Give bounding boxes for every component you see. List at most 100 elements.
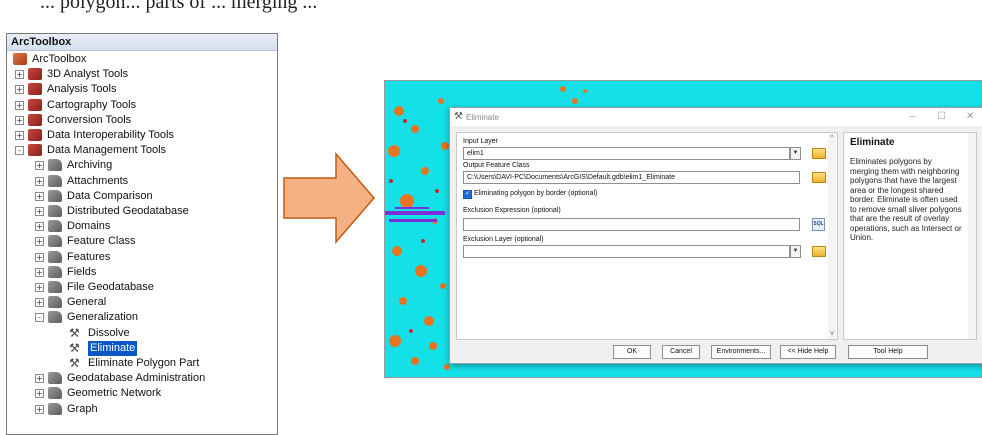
expand-icon[interactable]: + — [35, 222, 44, 232]
parameters-panel: Input Layer elim1 ▼ Output Feature Class… — [456, 132, 838, 340]
toolbox-icon — [28, 113, 42, 126]
help-panel: Eliminate Eliminates polygons by merging… — [843, 132, 977, 340]
expand-icon[interactable]: + — [15, 115, 24, 125]
environments-button[interactable]: Environments... — [711, 345, 771, 359]
scroll-up-icon[interactable]: ^ — [828, 135, 836, 142]
tree-item[interactable]: + Cartography Tools — [7, 98, 277, 113]
expand-icon[interactable]: + — [15, 70, 24, 80]
tree-item-label: Dissolve — [88, 326, 130, 339]
help-text: Eliminates polygons by merging them with… — [850, 157, 962, 242]
tree-item[interactable]: + Data Interoperability Tools — [7, 128, 277, 143]
help-scrollbar[interactable] — [968, 133, 976, 339]
expand-icon[interactable]: + — [35, 161, 44, 171]
tree-item-label: Analysis Tools — [47, 83, 117, 96]
tree-item-label: General — [67, 296, 107, 309]
tree-item[interactable]: + Geometric Network — [7, 386, 277, 401]
toolset-icon — [48, 296, 62, 309]
expand-icon[interactable]: + — [35, 404, 44, 414]
sql-icon[interactable]: SQL — [812, 218, 825, 231]
close-icon[interactable]: ✕ — [966, 111, 974, 122]
form-scrollbar[interactable]: ^ v — [828, 133, 836, 339]
expand-icon[interactable]: + — [35, 283, 44, 292]
dialog-titlebar[interactable]: ⚒ Eliminate – ☐ ✕ — [450, 108, 982, 126]
tree-item[interactable]: +3D Analyst Tools — [7, 67, 277, 82]
expand-icon[interactable]: + — [35, 374, 44, 384]
tree-item[interactable]: + Conversion Tools — [7, 113, 277, 128]
tree-item-label: Eliminate — [88, 340, 138, 356]
hammer-icon: ⚒ — [69, 356, 80, 370]
checkbox-eliminating-by-border[interactable]: ✓ — [463, 190, 472, 199]
hammer-icon: ⚒ — [69, 340, 80, 355]
tree-item[interactable]: + Domains — [7, 219, 277, 234]
tree-item[interactable]: - Generalization — [7, 310, 277, 325]
output-feature-class-field[interactable]: C:\Users\DAVI-PC\Documents\ArcGIS\Defaul… — [463, 171, 800, 184]
tree-item[interactable]: - Data Management Tools — [7, 143, 277, 158]
ok-button[interactable]: OK — [613, 345, 651, 359]
dialog-title: Eliminate — [466, 113, 499, 122]
exclusion-expression-field[interactable] — [463, 218, 800, 231]
cancel-button[interactable]: Cancel — [662, 345, 700, 359]
collapse-icon[interactable]: - — [15, 146, 24, 156]
expand-icon[interactable]: + — [35, 252, 44, 262]
tree-item[interactable]: ⚒ Eliminate Polygon Part — [7, 356, 277, 371]
exclusion-layer-select[interactable] — [463, 245, 790, 258]
hide-help-button[interactable]: << Hide Help — [780, 345, 836, 359]
exclusion-expression-label: Exclusion Expression (optional) — [463, 207, 561, 214]
expand-icon[interactable]: + — [35, 237, 44, 247]
tree-item-label: 3D Analyst Tools — [47, 68, 129, 81]
chevron-down-icon[interactable]: ▼ — [790, 245, 801, 258]
chevron-down-icon[interactable]: ▼ — [790, 147, 801, 160]
expand-icon[interactable]: + — [35, 389, 44, 399]
expand-icon[interactable]: + — [15, 131, 24, 140]
toolset-icon — [48, 174, 62, 187]
tree-item[interactable]: + Fields — [7, 265, 277, 280]
tree-item[interactable]: ⚒ Eliminate — [7, 340, 277, 356]
expand-icon[interactable]: + — [35, 267, 44, 277]
toolset-icon — [48, 220, 62, 233]
eliminate-dialog: ⚒ Eliminate – ☐ ✕ Input Layer elim1 ▼ Ou… — [449, 107, 982, 364]
expand-icon[interactable]: + — [35, 176, 44, 186]
scroll-down-icon[interactable]: v — [828, 330, 836, 337]
folder-icon[interactable] — [812, 172, 826, 183]
tree-item[interactable]: + Geodatabase Administration — [7, 371, 277, 386]
tool-help-button[interactable]: Tool Help — [848, 345, 928, 359]
tree-item[interactable]: + Feature Class — [7, 234, 277, 249]
toolset-icon — [48, 402, 62, 415]
tree-item[interactable]: + Distributed Geodatabase — [7, 204, 277, 219]
expand-icon[interactable]: + — [15, 100, 24, 110]
tree-item-label: Feature Class — [67, 235, 136, 248]
tree-item[interactable]: + Archiving — [7, 158, 277, 173]
toolbox-icon — [28, 98, 42, 111]
tree-item-label: Conversion Tools — [47, 113, 132, 126]
tree-item-label: Geometric Network — [67, 387, 162, 400]
tree-item-label: Cartography Tools — [47, 98, 137, 111]
tree-item[interactable]: ⚒ Dissolve — [7, 326, 277, 341]
folder-icon[interactable] — [812, 148, 826, 159]
help-title: Eliminate — [850, 137, 895, 148]
tree-item-label: Graph — [67, 402, 98, 415]
tree-item-label: Eliminate Polygon Part — [88, 357, 200, 369]
expand-icon[interactable]: + — [35, 207, 44, 216]
tree-item[interactable]: + Analysis Tools — [7, 82, 277, 97]
tree-item[interactable]: ArcToolbox — [7, 52, 277, 67]
minimize-icon[interactable]: – — [910, 111, 916, 122]
tree-item[interactable]: + Attachments — [7, 174, 277, 189]
expand-icon[interactable]: + — [35, 298, 44, 308]
expand-icon[interactable]: + — [35, 191, 44, 201]
tree-item[interactable]: + Graph — [7, 402, 277, 417]
tree-item[interactable]: + General — [7, 295, 277, 310]
tree-item[interactable]: + Features — [7, 250, 277, 265]
folder-icon[interactable] — [812, 246, 826, 257]
tree-item[interactable]: + Data Comparison — [7, 189, 277, 204]
toolset-icon — [48, 311, 62, 324]
tree-item-label: Attachments — [67, 174, 129, 187]
toolset-icon — [48, 159, 62, 172]
collapse-icon[interactable]: - — [35, 313, 44, 323]
maximize-icon[interactable]: ☐ — [937, 111, 946, 122]
hammer-icon: ⚒ — [69, 325, 80, 340]
expand-icon[interactable]: + — [15, 85, 24, 95]
exclusion-layer-label: Exclusion Layer (optional) — [463, 236, 544, 243]
tree-item-label: File Geodatabase — [67, 281, 154, 293]
tree-item[interactable]: + File Geodatabase — [7, 280, 277, 295]
input-layer-select[interactable]: elim1 — [463, 147, 790, 160]
